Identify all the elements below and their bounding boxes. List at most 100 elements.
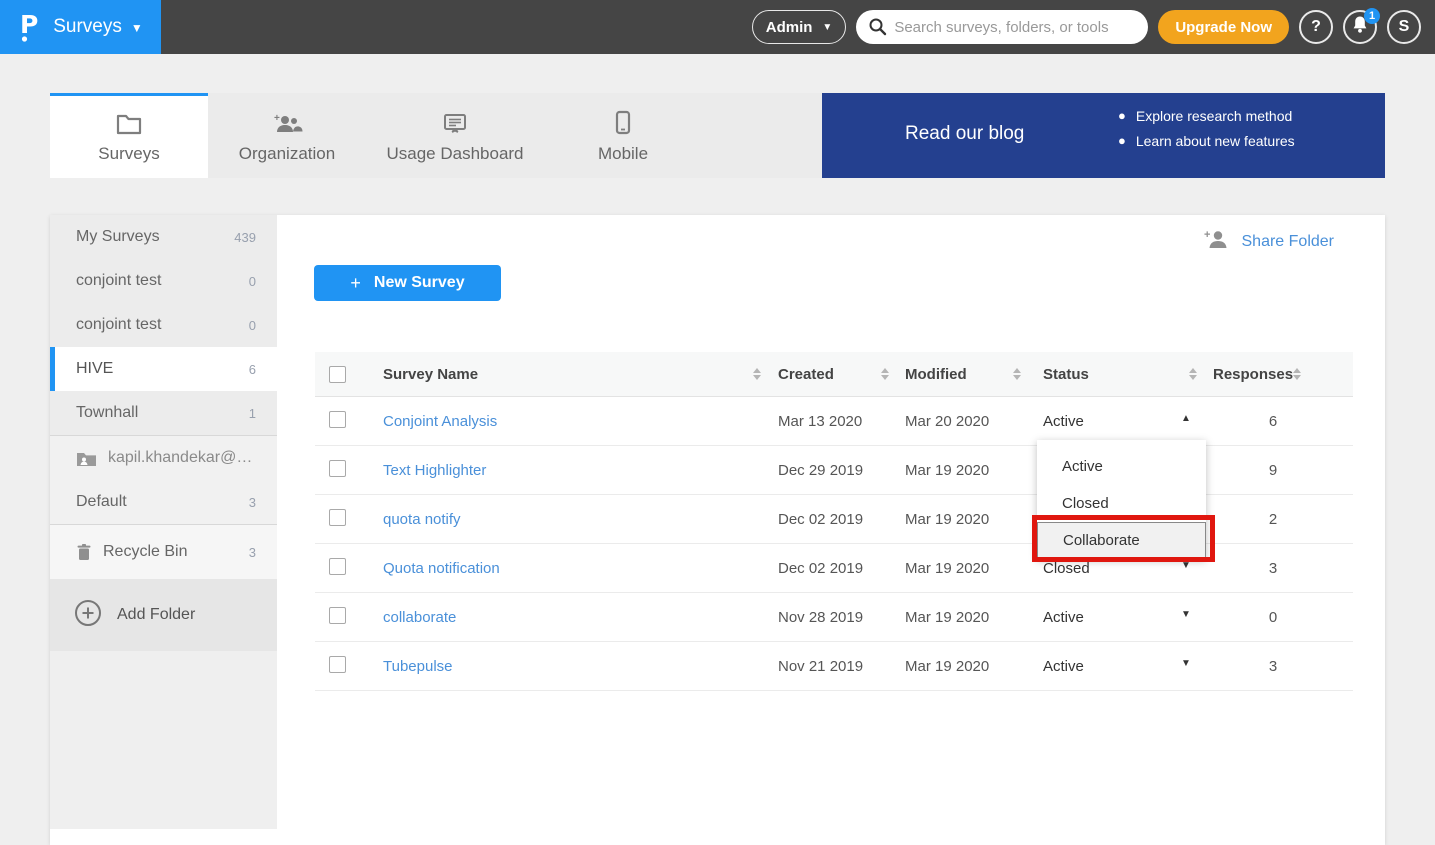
sidebar-item-shared-account[interactable]: kapil.khandekar@que… [50, 436, 277, 480]
sidebar-item-townhall[interactable]: Townhall 1 [50, 391, 277, 435]
status-option-closed[interactable]: Closed [1037, 485, 1206, 522]
admin-role-dropdown[interactable]: Admin ▼ [752, 10, 847, 44]
row-checkbox[interactable] [329, 607, 346, 624]
admin-role-label: Admin [766, 19, 813, 36]
status-dropdown-value[interactable]: Closed [1043, 560, 1090, 577]
row-checkbox[interactable] [329, 411, 346, 428]
chevron-down-icon: ▼ [131, 21, 143, 35]
user-avatar[interactable]: S [1387, 10, 1421, 44]
people-add-icon: + [271, 110, 303, 136]
status-dropdown-value[interactable]: Active [1043, 658, 1084, 675]
tab-surveys-label: Surveys [98, 144, 159, 164]
notifications-button[interactable]: 1 [1343, 10, 1377, 44]
modified-value: Mar 19 2020 [905, 658, 989, 675]
tab-mobile-label: Mobile [598, 144, 648, 164]
folder-count: 439 [234, 230, 256, 245]
table-row: collaborate Nov 28 2019 Mar 19 2020 Acti… [315, 593, 1353, 642]
created-value: Dec 29 2019 [778, 462, 863, 479]
select-all-checkbox[interactable] [329, 366, 346, 383]
global-search-input[interactable] [856, 10, 1148, 44]
blog-banner[interactable]: Read our blog ● Explore research method … [822, 93, 1385, 178]
chevron-down-icon: ▼ [822, 22, 832, 33]
sidebar-item-conjoint-test-2[interactable]: conjoint test 0 [50, 303, 277, 347]
responses-value: 3 [1255, 658, 1291, 675]
bullet-icon: ● [1118, 108, 1126, 124]
folder-count: 0 [249, 318, 256, 333]
folder-sidebar: My Surveys 439 conjoint test 0 conjoint … [50, 215, 277, 845]
status-dropdown-value[interactable]: Active [1043, 609, 1084, 626]
col-survey-name[interactable]: Survey Name [383, 366, 478, 383]
tab-usage-dashboard[interactable]: Usage Dashboard [366, 93, 544, 178]
share-folder-button[interactable]: + Share Folder [1203, 229, 1335, 254]
help-button[interactable]: ? [1299, 10, 1333, 44]
folder-count: 0 [249, 274, 256, 289]
sort-icon[interactable] [881, 368, 889, 380]
table-row: Conjoint Analysis Mar 13 2020 Mar 20 202… [315, 397, 1353, 446]
modified-value: Mar 19 2020 [905, 609, 989, 626]
row-checkbox[interactable] [329, 460, 346, 477]
survey-name-link[interactable]: collaborate [383, 609, 456, 626]
product-switcher[interactable]: P Surveys ▼ [0, 0, 161, 54]
responses-value: 9 [1255, 462, 1291, 479]
col-responses[interactable]: Responses [1213, 366, 1293, 383]
caret-down-icon[interactable]: ▼ [1181, 609, 1191, 620]
svg-text:+: + [274, 113, 280, 124]
new-survey-button[interactable]: + New Survey [314, 265, 501, 301]
tab-surveys[interactable]: Surveys [50, 93, 208, 178]
sidebar-item-hive[interactable]: HIVE 6 [50, 347, 277, 391]
survey-name-link[interactable]: quota notify [383, 511, 461, 528]
folder-count: 6 [249, 362, 256, 377]
folder-count: 3 [249, 495, 256, 510]
survey-name-link[interactable]: Conjoint Analysis [383, 413, 497, 430]
questionpro-logo-icon: P [18, 8, 44, 47]
plus-icon: + [350, 273, 361, 294]
sort-icon[interactable] [753, 368, 761, 380]
caret-down-icon[interactable]: ▼ [1181, 560, 1191, 571]
blog-banner-title: Read our blog [905, 123, 1024, 145]
upgrade-now-button[interactable]: Upgrade Now [1158, 10, 1289, 44]
folder-icon [115, 110, 143, 136]
sort-icon[interactable] [1293, 368, 1301, 380]
sidebar-item-recycle-bin[interactable]: Recycle Bin 3 [50, 525, 277, 579]
survey-name-link[interactable]: Quota notification [383, 560, 500, 577]
status-option-collaborate[interactable]: Collaborate [1037, 522, 1206, 559]
tab-usage-dashboard-label: Usage Dashboard [386, 144, 523, 164]
status-dropdown-value[interactable]: Active [1043, 413, 1084, 430]
survey-name-link[interactable]: Tubepulse [383, 658, 453, 675]
status-option-active[interactable]: Active [1037, 448, 1206, 485]
help-label: ? [1311, 18, 1321, 36]
sidebar-item-conjoint-test-1[interactable]: conjoint test 0 [50, 259, 277, 303]
mobile-icon [614, 110, 632, 136]
caret-down-icon[interactable]: ▼ [1181, 658, 1191, 669]
modified-value: Mar 20 2020 [905, 413, 989, 430]
row-checkbox[interactable] [329, 558, 346, 575]
tab-organization[interactable]: + Organization [208, 93, 366, 178]
row-checkbox[interactable] [329, 656, 346, 673]
sort-icon[interactable] [1013, 368, 1021, 380]
top-navbar: P Surveys ▼ Admin ▼ Upgrade Now ? [0, 0, 1435, 54]
sidebar-item-default[interactable]: Default 3 [50, 480, 277, 524]
col-status[interactable]: Status [1043, 366, 1089, 383]
created-value: Nov 28 2019 [778, 609, 863, 626]
blog-banner-bullet: ● Learn about new features [1118, 133, 1295, 149]
tab-mobile[interactable]: Mobile [544, 93, 702, 178]
sort-icon[interactable] [1189, 368, 1197, 380]
col-created[interactable]: Created [778, 366, 834, 383]
created-value: Dec 02 2019 [778, 511, 863, 528]
tab-organization-label: Organization [239, 144, 335, 164]
row-checkbox[interactable] [329, 509, 346, 526]
content-card: My Surveys 439 conjoint test 0 conjoint … [50, 215, 1385, 845]
survey-name-link[interactable]: Text Highlighter [383, 462, 486, 479]
share-folder-label: Share Folder [1242, 233, 1335, 251]
shared-folder-icon [76, 450, 97, 467]
survey-list-panel: + Share Folder + New Survey Survey Name … [277, 215, 1385, 845]
status-dropdown-menu: Active Closed Collaborate [1037, 440, 1206, 559]
trash-icon [76, 543, 92, 561]
col-modified[interactable]: Modified [905, 366, 967, 383]
created-value: Dec 02 2019 [778, 560, 863, 577]
search-icon [868, 17, 887, 41]
sidebar-item-my-surveys[interactable]: My Surveys 439 [50, 215, 277, 259]
svg-text:+: + [1204, 229, 1210, 241]
caret-up-icon[interactable]: ▲ [1181, 413, 1191, 424]
add-folder-button[interactable]: Add Folder [50, 579, 277, 651]
